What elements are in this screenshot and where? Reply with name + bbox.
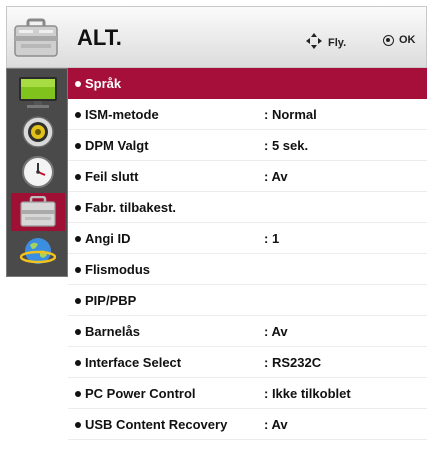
menu-item-value: : Normal — [264, 106, 317, 122]
menu-item[interactable]: PIP/PBP — [68, 285, 427, 316]
globe-network-icon — [20, 235, 56, 269]
bullet-icon — [75, 142, 81, 149]
toolbox-icon — [19, 196, 57, 228]
menu-item-text: DPM Valgt — [85, 137, 149, 153]
menu-item[interactable]: USB Content Recovery : Av — [68, 409, 427, 440]
bullet-icon — [75, 204, 81, 211]
menu-item-value: : Av — [264, 323, 288, 339]
menu-item[interactable]: Barnelås : Av — [68, 316, 427, 347]
menu-item-text: Interface Select — [85, 354, 182, 370]
sidebar-item-audio[interactable] — [11, 113, 65, 151]
bullet-icon — [75, 297, 81, 304]
bullet-icon — [75, 390, 81, 397]
menu-item-text: Feil slutt — [85, 168, 139, 184]
menu-item-label: Interface Select — [75, 355, 181, 370]
picture-monitor-icon — [17, 75, 59, 109]
menu-item-value: : RS232C — [264, 354, 322, 370]
menu-item-text: Angi ID — [85, 230, 131, 246]
menu-item-label: Flismodus — [75, 262, 150, 277]
menu-item[interactable]: Produkt-/tjenesteinformasjon — [68, 440, 427, 449]
speaker-audio-icon — [21, 115, 55, 149]
bullet-icon — [75, 81, 81, 87]
navigate-hint: Fly. — [306, 33, 346, 52]
dpad-arrows-icon — [306, 33, 322, 52]
option-menu-list: Språk ISM-metode : Normal DPM Valgt : 5 sek.… — [68, 68, 427, 449]
toolbox-icon — [11, 13, 61, 63]
menu-item-text: PIP/PBP — [85, 292, 137, 308]
menu-item-value: : Av — [264, 168, 288, 184]
page-title: ALT. — [77, 25, 122, 50]
menu-item-value: : 1 — [264, 230, 280, 246]
menu-item-label: PIP/PBP — [75, 293, 136, 308]
menu-item-text: Flismodus — [85, 261, 151, 277]
menu-item-text: Fabr. tilbakest. — [85, 199, 177, 215]
menu-item-label: ISM-metode — [75, 107, 159, 122]
menu-item-label: USB Content Recovery — [75, 417, 227, 432]
ok-button-icon — [383, 34, 394, 46]
menu-item-label: Feil slutt — [75, 169, 138, 184]
menu-item-label: Angi ID — [75, 231, 131, 246]
clock-time-icon — [21, 155, 55, 189]
bullet-icon — [75, 266, 81, 273]
menu-item[interactable]: DPM Valgt : 5 sek. — [68, 130, 427, 161]
menu-item-value: : Av — [264, 416, 288, 432]
menu-item[interactable]: ISM-metode : Normal — [68, 99, 427, 130]
sidebar-item-picture[interactable] — [11, 73, 65, 111]
menu-item-label: PC Power Control — [75, 386, 196, 401]
bullet-icon — [75, 173, 81, 180]
bullet-icon — [75, 235, 81, 242]
sidebar-item-time[interactable] — [11, 153, 65, 191]
menu-item-value: : Ikke tilkoblet — [264, 385, 351, 401]
menu-item[interactable]: PC Power Control : Ikke tilkoblet — [68, 378, 427, 409]
ok-hint: OK — [383, 34, 416, 46]
menu-header: ALT. Fly. OK — [6, 6, 427, 68]
sidebar-item-network[interactable] — [11, 233, 65, 271]
menu-item-text: PC Power Control — [85, 385, 196, 401]
menu-item-text: Språk — [85, 76, 122, 91]
bullet-icon — [75, 328, 81, 335]
menu-item[interactable]: Språk — [68, 68, 427, 99]
menu-item-label: Språk — [75, 76, 121, 91]
bullet-icon — [75, 359, 81, 366]
menu-item[interactable]: Flismodus — [68, 254, 427, 285]
bullet-icon — [75, 421, 81, 428]
menu-item-text: ISM-metode — [85, 106, 159, 122]
menu-item[interactable]: Interface Select : RS232C — [68, 347, 427, 378]
category-sidebar — [6, 68, 68, 277]
sidebar-item-option[interactable] — [11, 193, 65, 231]
menu-item-value: : 5 sek. — [264, 137, 309, 153]
menu-item[interactable]: Fabr. tilbakest. — [68, 192, 427, 223]
osd-menu: ALT. Fly. OK Språk ISM-metode: Normal D… — [6, 6, 427, 449]
menu-item[interactable]: Feil slutt : Av — [68, 161, 427, 192]
menu-item[interactable]: Angi ID : 1 — [68, 223, 427, 254]
ok-hint-label: OK — [399, 34, 416, 46]
menu-item-label: DPM Valgt — [75, 138, 149, 153]
menu-item-text: USB Content Recovery — [85, 416, 228, 432]
menu-item-label: Fabr. tilbakest. — [75, 200, 176, 215]
bullet-icon — [75, 111, 81, 118]
menu-item-label: Barnelås — [75, 324, 140, 339]
navigate-hint-label: Fly. — [328, 36, 347, 49]
menu-item-text: Barnelås — [85, 323, 140, 339]
